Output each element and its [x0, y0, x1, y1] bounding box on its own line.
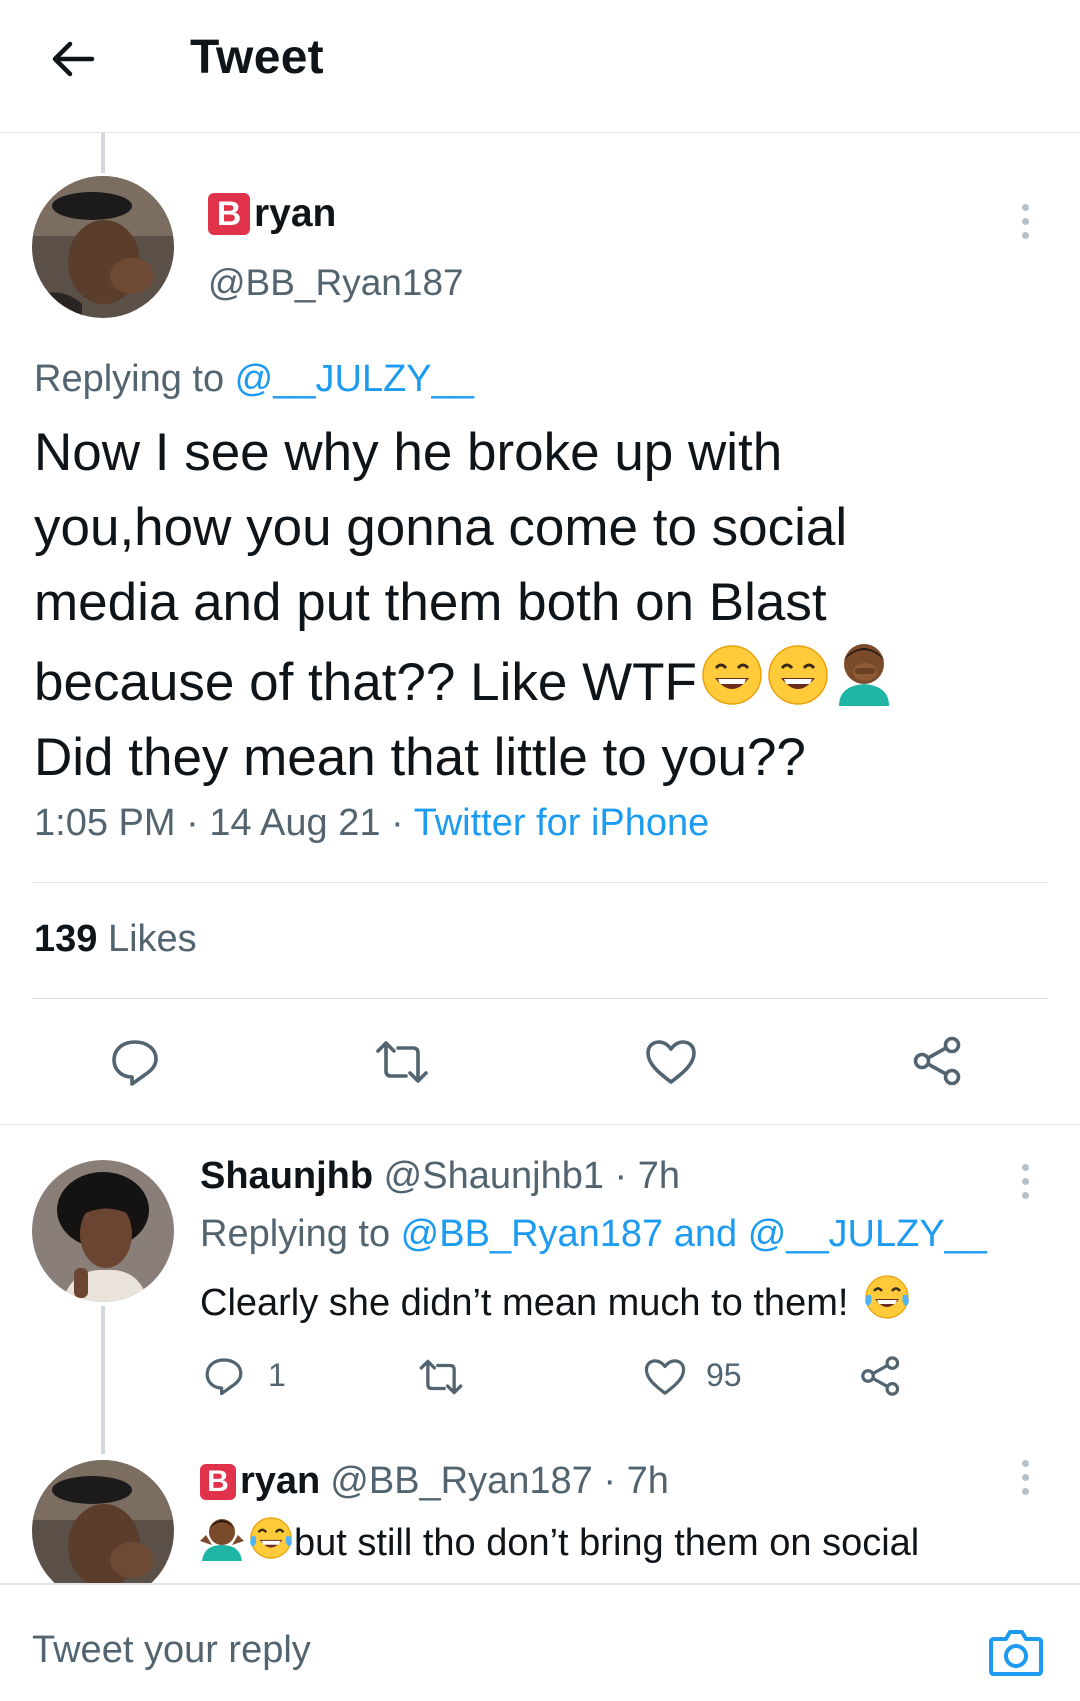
display-name[interactable]: ryan — [240, 1460, 320, 1503]
reply-composer[interactable]: Tweet your reply — [0, 1583, 1080, 1701]
display-name[interactable]: B ryan — [208, 192, 336, 236]
tweet-line: media and put them both on Blast — [34, 573, 827, 632]
more-options-icon[interactable] — [1022, 1460, 1030, 1502]
tweet-time[interactable]: 1:05 PM — [34, 802, 176, 844]
tweet-body: Now I see why he broke up with you,how y… — [34, 415, 1034, 795]
display-name-text: ryan — [254, 192, 337, 235]
tweet-source[interactable]: Twitter for iPhone — [414, 802, 710, 844]
reply-header: Shaunjhb @Shaunjhb1 · 7h — [200, 1155, 680, 1198]
likes-stat[interactable]: 139 Likes — [34, 918, 197, 961]
divider — [32, 882, 1048, 883]
like-icon[interactable] — [644, 1358, 686, 1396]
header-divider — [0, 132, 1080, 133]
replying-to: Replying to @BB_Ryan187 and @__JULZY__ — [200, 1213, 987, 1255]
share-icon[interactable] — [860, 1355, 902, 1397]
display-name[interactable]: Shaunjhb — [200, 1155, 373, 1197]
tweet-date[interactable]: 14 Aug 21 — [209, 802, 380, 844]
shrug-emoji-icon — [200, 1515, 244, 1561]
more-options-icon[interactable] — [1022, 1164, 1030, 1206]
thread-line — [101, 1306, 105, 1454]
replying-to-link[interactable]: @BB_Ryan187 and @__JULZY__ — [401, 1213, 987, 1255]
avatar[interactable] — [32, 176, 174, 318]
handle-time[interactable]: @Shaunjhb1 · 7h — [373, 1155, 680, 1197]
retweet-icon[interactable] — [418, 1358, 464, 1396]
camera-icon[interactable] — [988, 1627, 1044, 1677]
reply-body: but still tho don’t bring them on social — [200, 1515, 919, 1565]
grinning-emoji-icon — [701, 644, 763, 706]
grinning-emoji-icon — [767, 644, 829, 706]
reply-icon[interactable] — [204, 1356, 244, 1396]
tweet-line: Did they mean that little to you?? — [34, 728, 806, 787]
name-badge: B — [200, 1463, 236, 1500]
back-arrow-icon[interactable] — [48, 34, 98, 84]
share-icon[interactable] — [912, 1035, 964, 1087]
reply-count: 1 — [268, 1357, 286, 1393]
page-title: Tweet — [190, 31, 324, 84]
replying-to-link[interactable]: @__JULZY__ — [235, 358, 474, 400]
reply-header: Bryan @BB_Ryan187 · 7h — [200, 1460, 669, 1503]
reply-body: Clearly she didn’t mean much to them! — [200, 1273, 911, 1325]
tweet-meta: 1:05 PM · 14 Aug 21 · Twitter for iPhone — [34, 802, 710, 844]
likes-count: 139 — [34, 918, 98, 960]
user-handle[interactable]: @BB_Ryan187 — [208, 262, 464, 304]
divider — [32, 998, 1048, 999]
avatar[interactable] — [32, 1160, 174, 1302]
name-badge: B — [208, 193, 250, 235]
thread-line-top — [101, 133, 105, 173]
avatar[interactable] — [32, 1460, 174, 1602]
tweet-line-with-emoji: because of that?? Like WTF — [34, 640, 1034, 720]
tears-of-joy-emoji-icon — [863, 1273, 911, 1321]
handle-time[interactable]: @BB_Ryan187 · 7h — [330, 1460, 669, 1503]
tweet-line: Now I see why he broke up with — [34, 423, 783, 482]
like-icon[interactable] — [645, 1039, 697, 1085]
divider — [0, 1124, 1080, 1125]
more-options-icon[interactable] — [1022, 204, 1030, 246]
tweet-line: you,how you gonna come to social — [34, 498, 848, 557]
replying-to: Replying to @__JULZY__ — [34, 358, 474, 400]
retweet-icon[interactable] — [374, 1039, 430, 1085]
reply-input[interactable]: Tweet your reply — [32, 1629, 311, 1672]
facepalm-emoji-icon — [833, 640, 895, 706]
tears-of-joy-emoji-icon — [248, 1515, 294, 1561]
reply-icon[interactable] — [110, 1037, 160, 1087]
like-count: 95 — [706, 1357, 742, 1393]
